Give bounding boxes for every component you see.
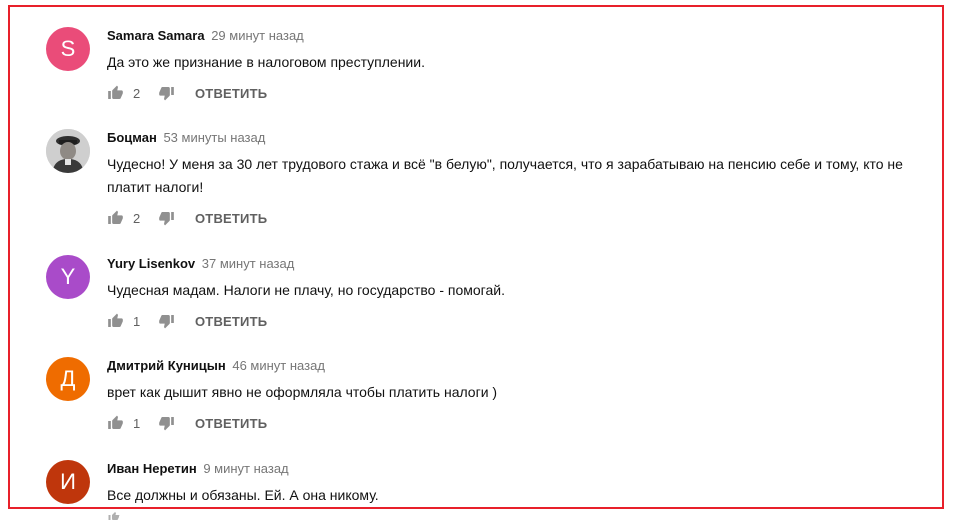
reply-button[interactable]: ОТВЕТИТЬ: [195, 86, 267, 101]
comment-text: врет как дышит явно не оформляла чтобы п…: [107, 384, 498, 400]
comment-time[interactable]: 46 минут назад: [232, 358, 325, 373]
comment-author[interactable]: Samara Samara: [107, 28, 205, 43]
avatar-letter: S: [60, 36, 76, 61]
comment-author[interactable]: Иван Неретин: [107, 461, 197, 476]
comment-text: Все должны и обязаны. Ей. А она никому.: [107, 487, 379, 503]
thumb-up-icon[interactable]: [107, 210, 124, 226]
comment-actions: 1 ОТВЕТИТЬ: [107, 411, 267, 435]
thumb-down-icon[interactable]: [158, 313, 175, 329]
like-count: 1: [133, 415, 141, 431]
like-count: 2: [133, 85, 141, 101]
avatar-photo: [46, 129, 90, 173]
comment-text: Да это же признание в налоговом преступл…: [107, 54, 425, 70]
thumb-up-icon[interactable]: [107, 415, 124, 431]
avatar[interactable]: И: [46, 460, 90, 504]
avatar[interactable]: Y: [46, 255, 90, 299]
comment-author[interactable]: Боцман: [107, 130, 157, 145]
comment-actions: 1 ОТВЕТИТЬ: [107, 309, 267, 333]
comment-text: Чудесно! У меня за 30 лет трудового стаж…: [107, 156, 903, 195]
comment-body: Иван Неретин 9 минут назад Все должны и …: [107, 460, 936, 507]
comment-meta: Samara Samara 29 минут назад: [107, 27, 936, 45]
avatar-letter: Y: [60, 264, 76, 289]
thumb-down-icon[interactable]: [158, 415, 175, 431]
comment-time[interactable]: 37 минут назад: [202, 256, 295, 271]
comment-author[interactable]: Yury Lisenkov: [107, 256, 195, 271]
reply-button[interactable]: ОТВЕТИТЬ: [195, 211, 267, 226]
comment-meta: Дмитрий Куницын 46 минут назад: [107, 357, 936, 375]
comment-body: Боцман 53 минуты назад Чудесно! У меня з…: [107, 129, 936, 226]
avatar[interactable]: S: [46, 27, 90, 71]
like-count: 2: [133, 210, 141, 226]
comment-actions: 2 ОТВЕТИТЬ: [107, 81, 267, 105]
thumb-down-icon[interactable]: [158, 85, 175, 101]
comment-time[interactable]: 53 минуты назад: [163, 130, 265, 145]
avatar[interactable]: Д: [46, 357, 90, 401]
thumb-up-icon[interactable]: [107, 85, 124, 101]
comment-body: Samara Samara 29 минут назад Да это же п…: [107, 27, 936, 101]
thumb-up-icon[interactable]: [107, 313, 124, 329]
avatar-letter: Д: [60, 366, 76, 391]
comment-time[interactable]: 9 минут назад: [203, 461, 288, 476]
comment-body: Дмитрий Куницын 46 минут назад врет как …: [107, 357, 936, 431]
comment-meta: Yury Lisenkov 37 минут назад: [107, 255, 936, 273]
reply-button[interactable]: ОТВЕТИТЬ: [195, 314, 267, 329]
thumb-up-icon: [108, 512, 120, 520]
thumb-down-icon[interactable]: [158, 210, 175, 226]
clipped-actions-row: [108, 512, 120, 520]
comment-actions: 2 ОТВЕТИТЬ: [107, 206, 267, 230]
comment-body: Yury Lisenkov 37 минут назад Чудесная ма…: [107, 255, 936, 329]
avatar[interactable]: [46, 129, 90, 173]
reply-button[interactable]: ОТВЕТИТЬ: [195, 416, 267, 431]
avatar-letter: И: [60, 469, 76, 494]
comment-time[interactable]: 29 минут назад: [211, 28, 304, 43]
comment-text: Чудесная мадам. Налоги не плачу, но госу…: [107, 282, 505, 298]
comment-meta: Боцман 53 минуты назад: [107, 129, 936, 147]
like-count: 1: [133, 313, 141, 329]
comment-author[interactable]: Дмитрий Куницын: [107, 358, 226, 373]
comment-meta: Иван Неретин 9 минут назад: [107, 460, 936, 478]
